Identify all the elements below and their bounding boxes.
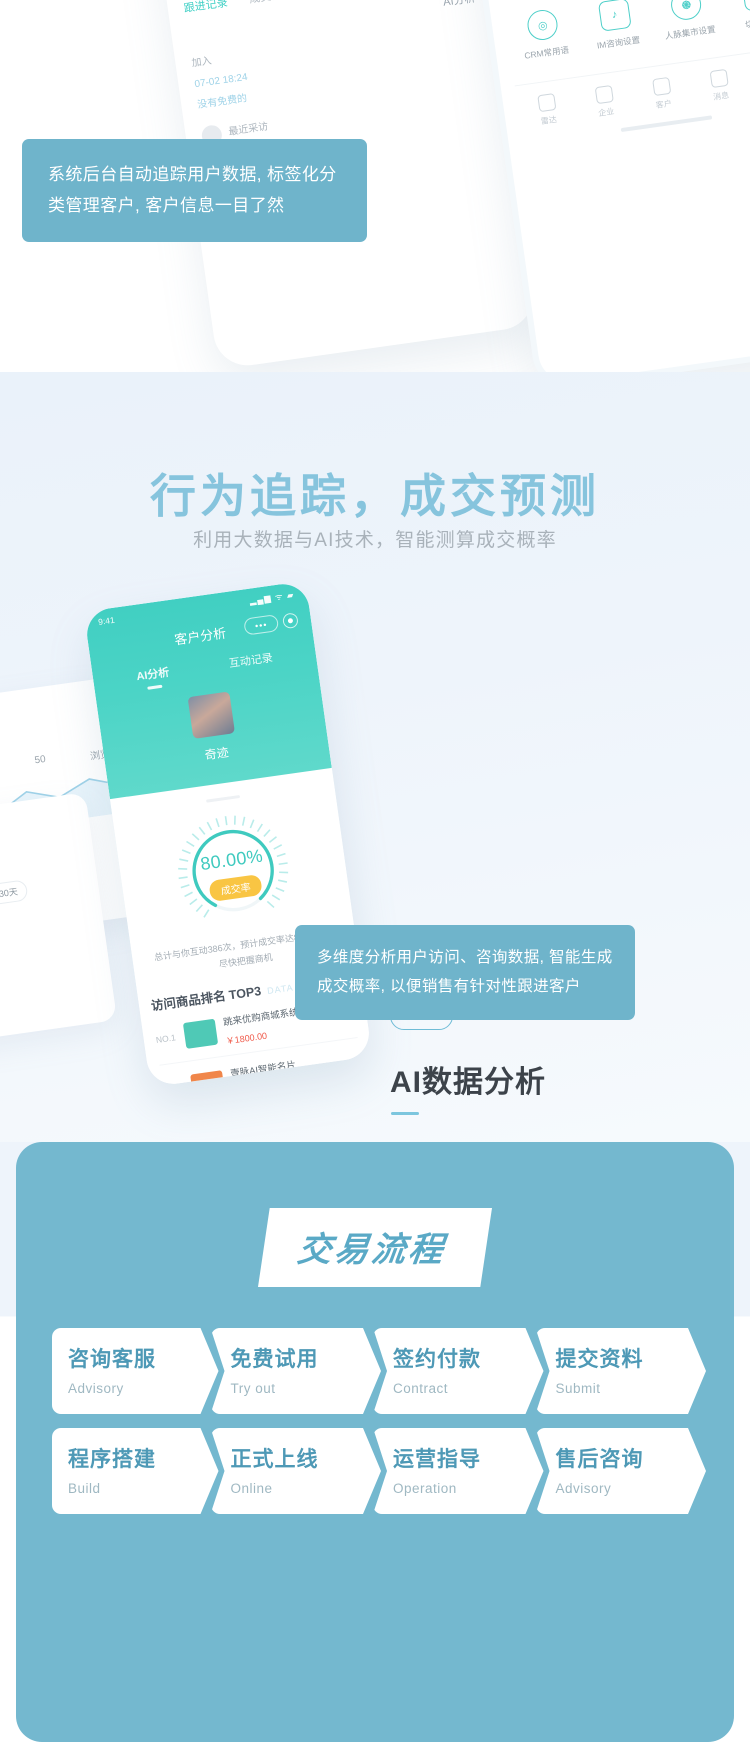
product-thumbnail <box>182 1018 219 1049</box>
ghost-visits-time: 时间:00-28:01 <box>0 848 80 885</box>
ranking-position: NO.2 <box>162 1084 184 1088</box>
step-subtitle: Try out <box>230 1381 276 1396</box>
step-title: 免费试用 <box>230 1348 319 1371</box>
ghost-metric-value: 50 <box>33 753 47 767</box>
customer-name: 奇迹 <box>203 745 230 763</box>
process-step-operation[interactable]: 运营指导 Operation <box>373 1428 544 1514</box>
product-thumbnail <box>190 1070 226 1088</box>
step-title: 程序搭建 <box>68 1448 156 1471</box>
transaction-process-section: 交易流程 咨询客服 Advisory 免费试用 Try out 签约付款 Con… <box>0 1142 750 1764</box>
step-subtitle: Advisory <box>555 1481 612 1496</box>
function-label: CRM常用语 <box>523 44 570 61</box>
ranking-position: NO.1 <box>155 1032 177 1045</box>
tabbar-label: 雷达 <box>540 114 558 127</box>
section-title: 行为追踪，成交预测 <box>150 470 600 522</box>
status-time: 9:41 <box>97 614 116 627</box>
deal-rate-gauge: 80.00% 成交率 <box>167 804 300 937</box>
step-title: 售后咨询 <box>555 1448 644 1471</box>
more-dots-icon[interactable]: ••• <box>243 614 280 636</box>
phone-header: 9:41 ▂▄▆ ᯤ ▰ 客户分析 ••• AI分析 互动记录 奇迹 <box>83 580 332 800</box>
bottom-tabbar: 雷达 企业 客户 消息 <box>514 45 750 136</box>
process-banner-title: 交易流程 <box>295 1231 448 1269</box>
process-step-advisory[interactable]: 咨询客服 Advisory <box>52 1328 219 1414</box>
customer-avatar <box>187 691 236 739</box>
company-icon <box>594 85 614 105</box>
step-subtitle: Contract <box>393 1381 449 1396</box>
top-tip-callout: 系统后台自动追踪用户数据, 标签化分类管理客户, 客户信息一目了然 <box>22 139 367 242</box>
step-subtitle: Online <box>230 1481 273 1496</box>
nav-title: 客户分析 <box>173 625 228 648</box>
process-row-1: 咨询客服 Advisory 免费试用 Try out 签约付款 Contract… <box>52 1328 698 1414</box>
process-banner: 交易流程 <box>258 1208 492 1287</box>
function-item-network[interactable]: ֎ 人脉集市设置 <box>648 0 727 43</box>
process-step-build[interactable]: 程序搭建 Build <box>52 1428 219 1514</box>
tabbar-label: 客户 <box>655 98 673 110</box>
behaviour-tracking-section: 行为追踪，成交预测 利用大数据与AI技术，智能测算成交概率 雷达 行为分析 浏览… <box>0 372 750 1142</box>
function-item-card[interactable]: ▤ 名片夹 <box>496 0 575 1</box>
product-name: 壹脉AI智能名片 <box>229 1060 297 1081</box>
process-step-aftersales[interactable]: 售后咨询 Advisory <box>536 1428 707 1514</box>
process-step-submit[interactable]: 提交资料 Submit <box>536 1328 707 1414</box>
radar-icon <box>536 93 556 113</box>
building-icon: ▦ <box>741 0 750 12</box>
behaviour-tip-callout: 多维度分析用户访问、咨询数据, 智能生成成交概率, 以便销售有针对性跟进客户 <box>295 925 635 1020</box>
step-subtitle: Operation <box>393 1481 457 1496</box>
function-grid: ▤ 名片夹 ⤳ 分享语设置 Hi 欢迎语设置 ☻ 用户常用语 <box>496 0 750 64</box>
tabbar-item-radar[interactable]: 雷达 <box>516 90 578 130</box>
feature-divider <box>391 1112 419 1115</box>
function-label: IM咨询设置 <box>596 34 641 51</box>
step-title: 咨询客服 <box>68 1348 156 1371</box>
function-item-im[interactable]: ♪ IM咨询设置 <box>577 0 656 54</box>
function-label: 切换企业 <box>744 15 750 30</box>
crm-icon: ◎ <box>525 8 560 42</box>
step-subtitle: Advisory <box>68 1381 124 1396</box>
tab-deal-records[interactable]: 成交记录 <box>248 0 294 7</box>
function-item-crm[interactable]: ◎ CRM常用语 <box>505 5 584 64</box>
tabbar-label: 企业 <box>597 106 615 119</box>
tab-interaction-records[interactable]: 互动记录 <box>228 649 274 671</box>
process-step-contract[interactable]: 签约付款 Contract <box>373 1328 544 1414</box>
process-steps: 咨询客服 Advisory 免费试用 Try out 签约付款 Contract… <box>52 1328 698 1528</box>
function-label: 人脉集市设置 <box>664 23 717 41</box>
message-icon <box>709 68 729 89</box>
sheet-handle <box>206 794 241 803</box>
tabbar-item-customer[interactable]: 客户 <box>631 74 693 114</box>
bell-icon: ♪ <box>597 0 632 32</box>
step-subtitle: Submit <box>555 1381 601 1396</box>
customer-icon <box>651 76 671 97</box>
function-label: 名片夹 <box>501 0 574 1</box>
process-step-online[interactable]: 正式上线 Online <box>211 1428 382 1514</box>
step-title: 运营指导 <box>393 1448 481 1471</box>
tabbar-item-message[interactable]: 消息 <box>689 66 750 106</box>
tabbar-item-company[interactable]: 企业 <box>574 82 636 122</box>
tab-ai-analysis[interactable]: AI分析 <box>135 664 170 684</box>
tabbar-label: 消息 <box>712 90 730 102</box>
step-title: 提交资料 <box>555 1348 644 1371</box>
miniprogram-capsule[interactable]: ••• <box>243 611 299 636</box>
process-row-2: 程序搭建 Build 正式上线 Online 运营指导 Operation 售后… <box>52 1428 698 1514</box>
feature-title: AI数据分析 <box>390 1066 546 1099</box>
signal-wifi-battery-icon: ▂▄▆ ᯤ ▰ <box>248 589 296 606</box>
step-subtitle: Build <box>68 1481 101 1496</box>
tab-follow-records[interactable]: 跟进记录 <box>183 0 229 16</box>
step-title: 签约付款 <box>393 1348 481 1371</box>
product-detail-page: 手机号 17721872191 公众微信 17721872191 邮箱 yili… <box>0 0 750 1764</box>
process-step-tryout[interactable]: 免费试用 Try out <box>211 1328 382 1414</box>
process-panel: 交易流程 咨询客服 Advisory 免费试用 Try out 签约付款 Con… <box>16 1142 734 1742</box>
close-circle-icon[interactable] <box>281 612 299 630</box>
network-icon: ֎ <box>669 0 704 22</box>
section-subtitle: 利用大数据与AI技术，智能测算成交概率 <box>193 530 557 551</box>
step-title: 正式上线 <box>230 1448 319 1471</box>
top-showcase-section: 手机号 17721872191 公众微信 17721872191 邮箱 yili… <box>0 0 750 372</box>
